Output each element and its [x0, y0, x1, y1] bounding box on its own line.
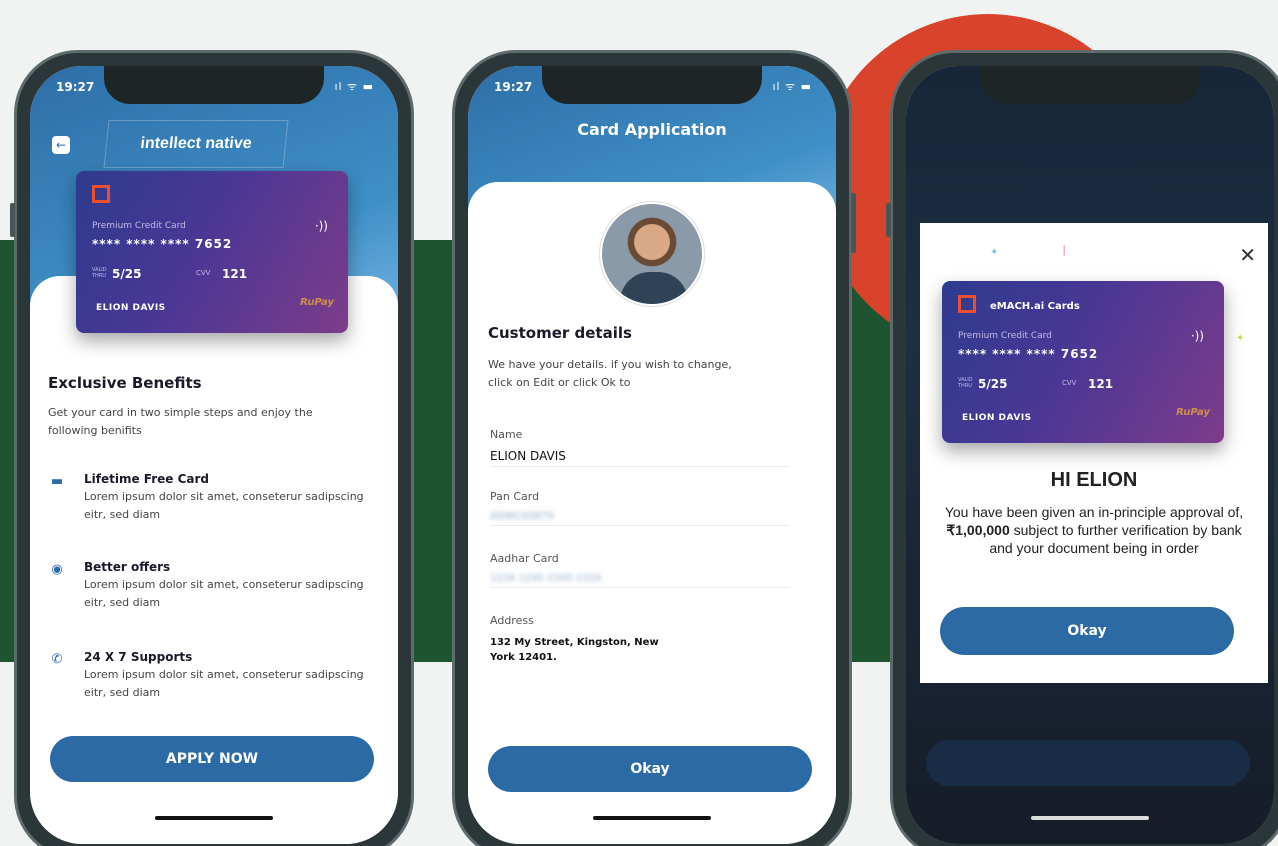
card-number: **** **** **** 7652 — [92, 237, 233, 251]
home-indicator — [593, 816, 711, 820]
confetti-icon: ❘ — [1060, 245, 1069, 256]
status-icons: ıl ᯤ ▬ — [334, 80, 374, 93]
phone-benefits: 19:27 ıl ᯤ ▬ ← intellect native Premium … — [10, 50, 414, 846]
card-type: Premium Credit Card — [958, 331, 1052, 341]
okay-button[interactable]: Okay — [488, 746, 812, 792]
benefit-title: 24 X 7 Supports — [84, 650, 193, 664]
card-network-logo: RuPay — [1176, 407, 1210, 418]
brand-label: intellect native — [103, 120, 289, 168]
phone-side-button — [10, 203, 15, 237]
avatar — [600, 202, 704, 306]
card-brand: eMACH.ai Cards — [990, 301, 1080, 312]
card-logo-icon — [92, 185, 110, 203]
address-field: Address 132 My Street, Kingston, New Yor… — [490, 614, 790, 665]
phone-customer-details: 19:27 ıl ᯤ ▬ Card Application Customer d… — [452, 50, 856, 846]
benefits-title: Exclusive Benefits — [48, 374, 202, 392]
home-indicator — [155, 816, 273, 820]
card-valid-label: VALID THRU — [92, 267, 107, 279]
benefit-desc: Lorem ipsum dolor sit amet, conseterur s… — [84, 668, 364, 699]
message-text: You have been given an in-principle appr… — [944, 504, 1244, 520]
field-divider — [490, 525, 790, 526]
avatar-shirt — [620, 272, 688, 304]
status-icons: ıl ᯤ ▬ — [772, 80, 812, 93]
pan-card-field: Pan Card ADWCA5879 — [490, 490, 790, 526]
benefit-title: Lifetime Free Card — [84, 472, 210, 486]
aadhar-card-field: Aadhar Card 1234 1245 2345 2324 — [490, 552, 790, 588]
credit-card: eMACH.ai Cards Premium Credit Card **** … — [942, 281, 1224, 443]
approval-screen: ✕ ✦ ❘ ✦ eMACH.ai Cards Premium Credit Ca… — [906, 66, 1274, 844]
approval-message: You have been given an in-principle appr… — [934, 503, 1254, 557]
confetti-icon: ✦ — [990, 247, 999, 258]
card-cvv-label: CVV — [196, 269, 211, 277]
card-valid-label: VALID THRU — [958, 377, 973, 389]
benefits-subtitle: Get your card in two simple steps and en… — [48, 406, 313, 437]
field-label: Name — [490, 428, 523, 441]
apply-now-button[interactable]: APPLY NOW — [50, 736, 374, 782]
phone-approval: ✕ ✦ ❘ ✦ eMACH.ai Cards Premium Credit Ca… — [886, 50, 1278, 846]
benefit-desc: Lorem ipsum dolor sit amet, conseterur s… — [84, 490, 364, 521]
approval-modal: ✕ ✦ ❘ ✦ eMACH.ai Cards Premium Credit Ca… — [920, 223, 1268, 683]
okay-button[interactable]: Okay — [940, 607, 1234, 655]
close-icon[interactable]: ✕ — [1239, 243, 1256, 267]
back-arrow-icon: ← — [55, 138, 67, 152]
phone-side-button — [886, 203, 891, 237]
card-network-logo: RuPay — [300, 297, 334, 308]
confetti-icon: ✦ — [1236, 333, 1245, 344]
card-holder: ELION DAVIS — [96, 303, 166, 313]
card-logo-icon — [958, 295, 976, 313]
credit-card: Premium Credit Card **** **** **** 7652 … — [76, 171, 348, 333]
page-title: Card Application — [577, 120, 727, 139]
phone-side-button — [851, 193, 856, 253]
offers-icon: ◉ — [51, 562, 63, 577]
free-card-icon: ▬ — [50, 474, 64, 489]
phone-notch — [980, 66, 1200, 104]
status-time: 19:27 — [56, 80, 95, 94]
card-cvv: 121 — [1088, 377, 1114, 391]
background-button — [926, 740, 1250, 786]
card-holder: ELION DAVIS — [962, 413, 1032, 423]
message-text: subject to further verification by bank … — [989, 522, 1242, 556]
back-button[interactable]: ← — [52, 136, 70, 154]
card-number: **** **** **** 7652 — [958, 347, 1099, 361]
card-cvv-label: CVV — [1062, 379, 1077, 387]
benefit-title: Better offers — [84, 560, 171, 574]
card-type: Premium Credit Card — [92, 221, 186, 231]
field-value: 1234 1245 2345 2324 — [490, 573, 602, 584]
support-phone-icon: ✆ — [51, 652, 63, 667]
customer-details-subtitle: We have your details. if you wish to cha… — [488, 358, 732, 389]
card-valid: 5/25 — [978, 377, 1008, 391]
customer-details-screen: 19:27 ıl ᯤ ▬ Card Application Customer d… — [468, 66, 836, 844]
card-cvv: 121 — [222, 267, 248, 281]
field-value: ELION DAVIS — [490, 449, 566, 463]
greeting: HI ELION — [1050, 469, 1138, 491]
field-divider — [490, 466, 790, 467]
phone-notch — [104, 66, 324, 104]
contactless-icon: ·)) — [314, 219, 328, 233]
field-value: 132 My Street, Kingston, New York 12401. — [490, 637, 659, 663]
field-label: Aadhar Card — [490, 552, 559, 565]
customer-details-title: Customer details — [488, 324, 632, 342]
field-label: Address — [490, 614, 534, 627]
home-indicator — [1031, 816, 1149, 820]
phone-notch — [542, 66, 762, 104]
field-value: ADWCA5879 — [490, 511, 554, 522]
approval-amount: ₹1,00,000 — [946, 522, 1010, 538]
benefits-screen: 19:27 ıl ᯤ ▬ ← intellect native Premium … — [30, 66, 398, 844]
name-field: Name ELION DAVIS — [490, 428, 790, 467]
card-valid: 5/25 — [112, 267, 142, 281]
contactless-icon: ·)) — [1190, 329, 1204, 343]
field-divider — [490, 587, 790, 588]
status-time: 19:27 — [494, 80, 533, 94]
field-label: Pan Card — [490, 490, 540, 503]
benefit-desc: Lorem ipsum dolor sit amet, conseterur s… — [84, 578, 364, 609]
